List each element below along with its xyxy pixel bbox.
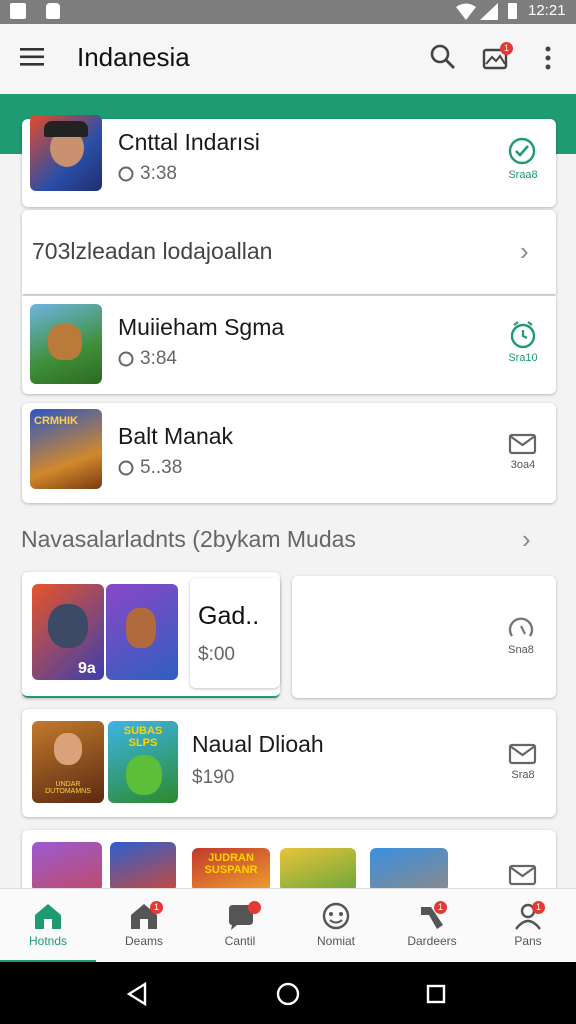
game-thumbnail — [32, 842, 102, 892]
nav-label: Hotnds — [28, 934, 68, 948]
nav-item-nomiat[interactable]: Nomiat — [288, 889, 384, 963]
game-card[interactable]: Muiieham Sgma 3:84 Sra10 — [22, 296, 556, 394]
game-thumbnail — [106, 584, 178, 680]
inbox-badge: 1 — [500, 42, 513, 55]
nav-label: Deams — [124, 934, 163, 948]
home-icon — [35, 904, 61, 929]
mail-icon[interactable] — [508, 860, 538, 886]
thumbnail-caption: UNDAR DUTOMAMNS — [45, 781, 91, 795]
featured-detail: Gad.. $:00 — [190, 578, 280, 688]
thumbnail-caption: CRMHIK — [34, 415, 78, 427]
game-thumbnail: SUBAS SLPS — [108, 721, 178, 803]
notification-icon — [10, 3, 26, 19]
nav-badge: 1 — [532, 901, 545, 914]
page-title: Indanesia — [77, 42, 190, 72]
game-thumbnail: JUDRAN SUSPANR — [192, 848, 270, 892]
game-thumbnail: UNDAR DUTOMAMNS — [32, 721, 104, 803]
search-icon[interactable] — [430, 44, 456, 70]
nav-label: Nomiat — [316, 934, 355, 948]
nav-item-cantil[interactable]: Cantil — [192, 889, 288, 963]
mail-icon[interactable] — [508, 429, 538, 455]
nav-badge — [248, 901, 261, 914]
battery-icon — [508, 3, 517, 19]
card-meta: 5..38 — [118, 457, 182, 479]
card-meta-text: 3:38 — [140, 163, 177, 184]
thumbnail-caption: SUBAS SLPS — [123, 725, 163, 749]
nav-item-deams[interactable]: 1 Deams — [96, 889, 192, 963]
game-card[interactable]: UNDAR DUTOMAMNS SUBAS SLPS Naual Dlioah … — [22, 709, 556, 817]
promo-row[interactable]: 703lzleadan lodajoallan › — [22, 210, 556, 294]
card-title: Cnttal Indarısi — [118, 129, 260, 155]
bottom-navigation: Hotnds 1 Deams Cantil Nomiat 1 Dardeers … — [0, 888, 576, 963]
recents-icon[interactable] — [426, 984, 446, 1004]
card-meta-text: 3:84 — [140, 348, 177, 369]
section-chevron-icon[interactable]: › — [522, 524, 531, 555]
clock-icon — [118, 460, 134, 476]
promo-text: 703lzleadan lodajoallan — [32, 238, 273, 264]
card-title: Balt Manak — [118, 423, 234, 449]
card-meta: 3:84 — [118, 348, 177, 370]
card-action-label: 3oa4 — [510, 459, 536, 471]
game-card[interactable]: CRMHIK Balt Manak 5..38 3oa4 — [22, 403, 556, 503]
back-icon[interactable] — [126, 982, 148, 1006]
clock-icon — [118, 166, 134, 182]
status-bar: 12:21 — [0, 0, 576, 24]
nav-item-dardeers[interactable]: 1 Dardeers — [384, 889, 480, 963]
card-side-label: Sna8 — [508, 644, 534, 656]
card-action-label: Sra10 — [508, 352, 538, 364]
clock: 12:21 — [528, 2, 566, 19]
nav-item-pans[interactable]: 1 Pans — [480, 889, 576, 963]
card-meta: 3:38 — [118, 163, 177, 185]
featured-price: $:00 — [198, 644, 235, 665]
thumbnail-caption: 9a — [78, 660, 96, 677]
home-circle-icon[interactable] — [276, 982, 300, 1006]
nav-label: Cantil — [224, 934, 256, 948]
thumbnail-caption: JUDRAN SUSPANR — [204, 852, 258, 876]
menu-icon[interactable] — [20, 48, 44, 66]
card-meta-text: 5..38 — [140, 457, 183, 478]
chevron-right-icon: › — [520, 236, 529, 266]
nav-label: Dardeers — [407, 934, 457, 948]
nav-item-home[interactable]: Hotnds — [0, 889, 96, 963]
empty-card[interactable]: Sna8 — [292, 576, 556, 698]
inbox-button[interactable]: 1 — [482, 42, 513, 72]
game-card[interactable]: Cnttal Indarısi 3:38 Sraa8 — [22, 115, 556, 207]
game-thumbnail — [30, 304, 102, 384]
card-side-label: Sra8 — [511, 769, 535, 781]
game-thumbnail — [370, 848, 448, 892]
game-thumbnail: CRMHIK — [30, 409, 102, 489]
section-title: Navasalarladnts (2bykam Mudas — [21, 526, 356, 552]
system-nav-bar — [0, 962, 576, 1024]
mail-icon[interactable] — [508, 739, 538, 765]
android-icon — [46, 3, 60, 19]
featured-card[interactable]: 9a Gad.. $:00 — [22, 572, 280, 698]
clock-icon — [118, 351, 134, 367]
game-thumbnail — [30, 115, 102, 191]
check-icon[interactable] — [508, 137, 536, 165]
card-title: Naual Dlioah — [192, 731, 324, 757]
face-icon — [322, 902, 350, 930]
nav-badge: 1 — [434, 901, 447, 914]
featured-title: Gad.. — [198, 602, 260, 630]
wifi-icon — [456, 3, 476, 20]
app-bar: Indanesia 1 — [0, 24, 576, 94]
game-thumbnail — [110, 842, 176, 892]
nav-label: Pans — [514, 934, 542, 948]
more-icon[interactable] — [544, 46, 552, 70]
timer-icon[interactable] — [508, 320, 538, 350]
timer-icon[interactable] — [506, 612, 536, 642]
card-title: Muiieham Sgma — [118, 314, 285, 340]
signal-icon — [480, 3, 498, 20]
card-action-label: Sraa8 — [508, 169, 538, 181]
card-price: $190 — [192, 767, 235, 788]
game-thumbnail — [280, 848, 356, 892]
nav-badge: 1 — [150, 901, 163, 914]
